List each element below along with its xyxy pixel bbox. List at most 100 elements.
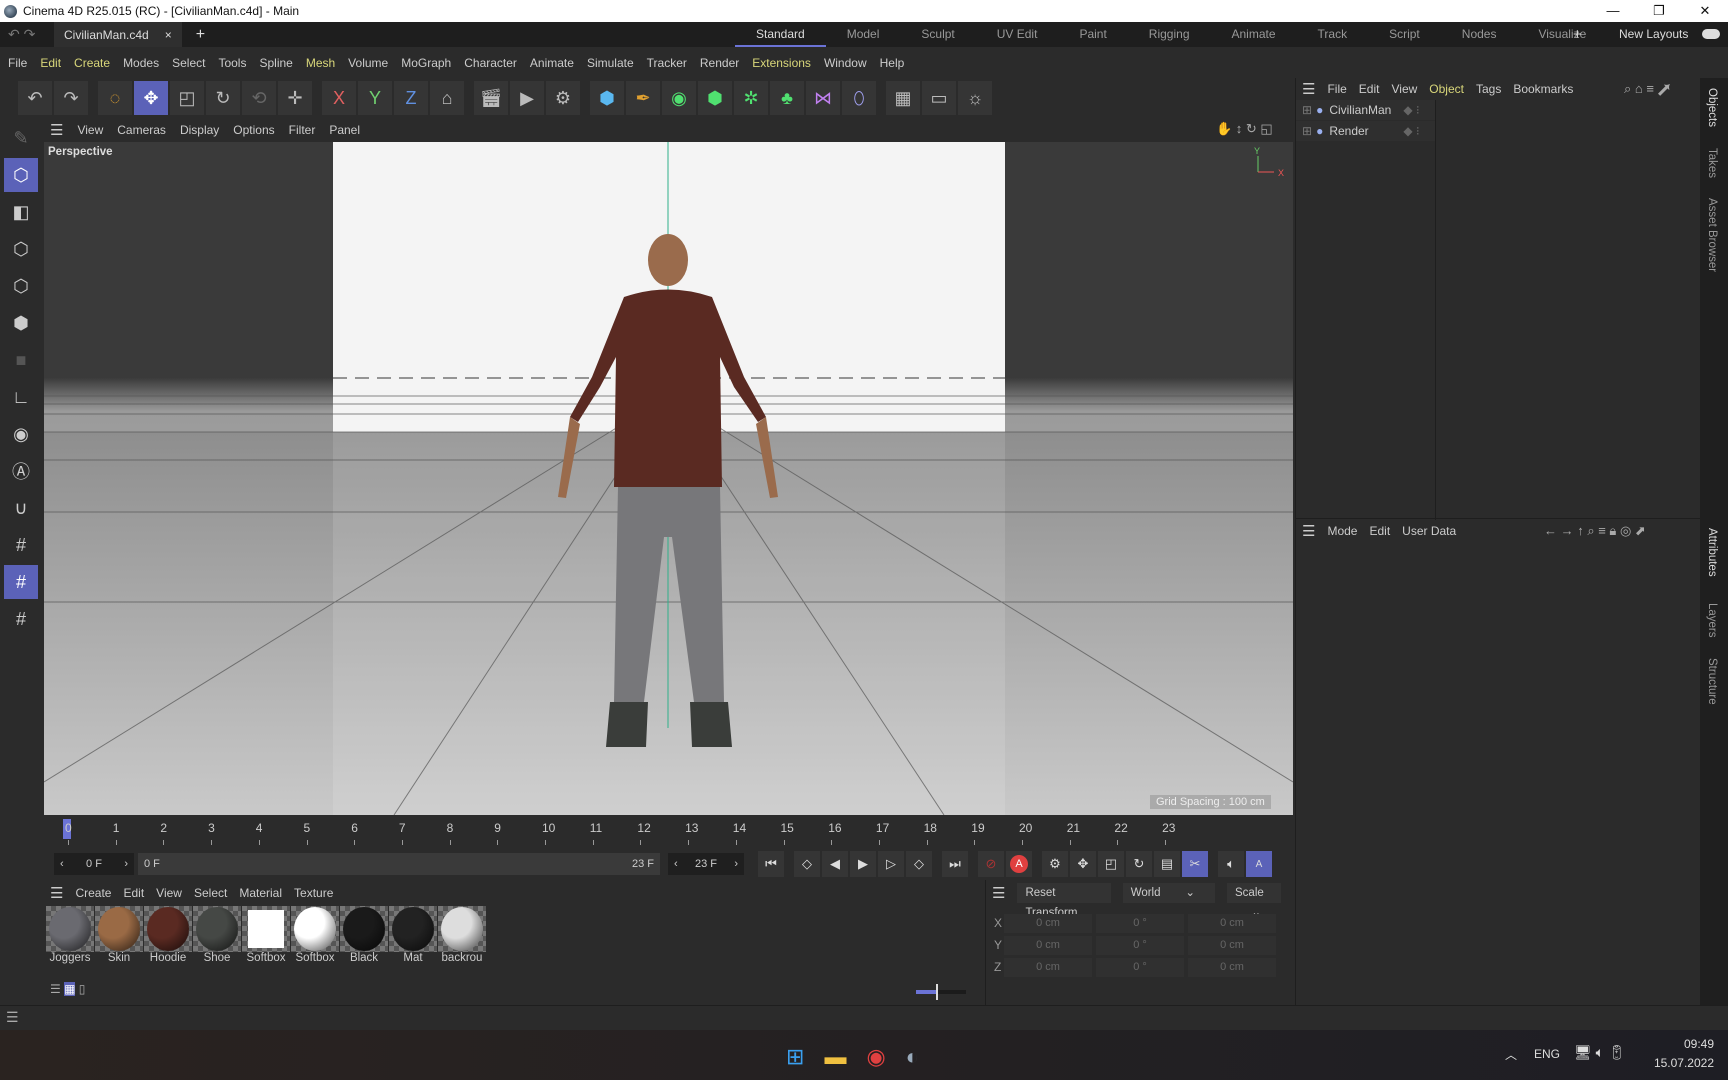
maximize-button[interactable]: ❐ [1636, 0, 1682, 22]
menu-mesh[interactable]: Mesh [306, 56, 335, 70]
3d-viewport[interactable]: Y X Perspective Grid Spacing : 100 cm [44, 142, 1293, 815]
uv-mode-icon[interactable]: ■ [4, 343, 38, 377]
layout-tab-visualize[interactable]: Visualize [1517, 22, 1607, 47]
layout-tab-rigging[interactable]: Rigging [1128, 22, 1211, 47]
menu-modes[interactable]: Modes [123, 56, 159, 70]
menu-mograph[interactable]: MoGraph [401, 56, 451, 70]
side-tab-takes[interactable]: Takes [1706, 148, 1718, 178]
menu-window[interactable]: Window [824, 56, 867, 70]
position-field[interactable]: 0 cm [1004, 957, 1092, 977]
material-menu-icon[interactable]: ☰ [50, 884, 63, 902]
size-field[interactable]: 0 cm [1188, 957, 1276, 977]
material-swatch[interactable]: Shoe [193, 906, 241, 964]
material-swatch[interactable]: Skin [95, 906, 143, 964]
render-picture-viewer-icon[interactable]: ▶ [510, 81, 544, 115]
layout-tab-paint[interactable]: Paint [1058, 22, 1127, 47]
undo-history-icon[interactable]: ↶ ↷ [8, 26, 35, 43]
workplane-icon[interactable]: # [4, 565, 38, 599]
texture-mode-icon[interactable]: ◧ [4, 195, 38, 229]
menu-render[interactable]: Render [700, 56, 739, 70]
menu-character[interactable]: Character [464, 56, 517, 70]
position-key-icon[interactable]: ✥ [1070, 851, 1096, 877]
object-menu-icon[interactable]: ☰ [1302, 80, 1315, 98]
attribute-menu-mode[interactable]: Mode [1327, 524, 1357, 538]
attribute-menu-edit[interactable]: Edit [1369, 524, 1390, 538]
minimize-button[interactable]: — [1590, 0, 1636, 22]
object-row[interactable]: ⊞ ● CivilianMan ◆ ⁝ [1296, 100, 1435, 120]
material-menu-view[interactable]: View [156, 886, 182, 900]
light-icon[interactable]: ☼ [958, 81, 992, 115]
scale-key-icon[interactable]: ◰ [1098, 851, 1124, 877]
coordinate-space-select[interactable]: World ⌄ [1122, 883, 1215, 903]
show-hidden-icons[interactable]: ︿ [1505, 1046, 1517, 1063]
viewport-menu-filter[interactable]: Filter [289, 123, 316, 137]
go-to-start-button[interactable]: ⏮ [758, 851, 784, 877]
viewport-menu-display[interactable]: Display [180, 123, 219, 137]
material-swatch[interactable]: backrou [438, 906, 486, 964]
cloner-icon[interactable]: ✲ [734, 81, 768, 115]
locked-workplane-icon[interactable]: # [4, 602, 38, 636]
new-layouts-toggle[interactable] [1702, 29, 1720, 39]
expand-icon[interactable]: ⊞ [1302, 124, 1312, 138]
size-mode-select[interactable]: Scale ⌄ [1227, 883, 1281, 919]
make-editable-icon[interactable]: ✎ [4, 121, 38, 155]
autokey-button[interactable]: A [1006, 851, 1032, 877]
document-tab[interactable]: CivilianMan.c4d × [54, 22, 182, 47]
camera-icon[interactable]: ▭ [922, 81, 956, 115]
snap-magnet-icon[interactable]: ∪ [4, 491, 38, 525]
material-menu-create[interactable]: Create [75, 886, 111, 900]
side-tab-layers[interactable]: Layers [1706, 603, 1718, 638]
timeline-ruler[interactable]: 0 1 2 3 4 5 6 7 8 9 10 11 12 13 14 15 16 17 18 19 20 21 22 23 [44, 815, 1293, 850]
polygons-mode-icon[interactable]: ⬢ [4, 306, 38, 340]
next-frame-button[interactable]: ▷ [878, 851, 904, 877]
clock-date[interactable]: 15.07.2022 [1650, 1056, 1714, 1070]
menu-create[interactable]: Create [74, 56, 110, 70]
chrome-icon[interactable]: ◉ [866, 1044, 885, 1070]
go-to-end-button[interactable]: ⏭ [942, 851, 968, 877]
menu-file[interactable]: File [8, 56, 27, 70]
system-tray-icons[interactable]: 🖥︎ 🔈︎ 🔋︎ [1574, 1044, 1626, 1061]
viewport-menu-options[interactable]: Options [233, 123, 274, 137]
rotate-tool-icon[interactable]: ↻ [206, 81, 240, 115]
material-swatch[interactable]: Joggers [46, 906, 94, 964]
side-tab-structure[interactable]: Structure [1706, 658, 1718, 705]
position-field[interactable]: 0 cm [1004, 913, 1092, 933]
x-axis-lock-button[interactable]: X [322, 81, 356, 115]
live-selection-icon[interactable]: ◌ [98, 81, 132, 115]
attribute-menu-icon[interactable]: ☰ [1302, 522, 1315, 540]
recent-tool-icon[interactable]: ⟲ [242, 81, 276, 115]
y-axis-lock-button[interactable]: Y [358, 81, 392, 115]
menu-animate[interactable]: Animate [530, 56, 574, 70]
model-mode-icon[interactable]: ⬡ [4, 158, 38, 192]
deformer-icon[interactable]: ⋈ [806, 81, 840, 115]
frame-range-slider[interactable]: 0 F 23 F [138, 853, 660, 875]
side-tab-asset-browser[interactable]: Asset Browser [1706, 198, 1718, 272]
file-explorer-icon[interactable]: ▬ [824, 1044, 846, 1070]
field-icon[interactable]: ⬯ [842, 81, 876, 115]
close-button[interactable]: ✕ [1682, 0, 1728, 22]
swatch-size-slider[interactable] [916, 984, 966, 1000]
material-swatch[interactable]: Softbox [291, 906, 339, 964]
record-keys-button[interactable]: ⊘ [978, 851, 1004, 877]
rotation-field[interactable]: 0 ° [1096, 935, 1184, 955]
previous-key-button[interactable]: ◇ [794, 851, 820, 877]
status-menu-icon[interactable]: ☰ [6, 1009, 19, 1026]
sound-icon[interactable]: 🔈︎ [1218, 851, 1244, 877]
attribute-navigation-icons[interactable]: ← → ↑ ⌕ ≡ 🔒︎ ◎ ⬈ [1544, 523, 1646, 539]
point-level-animation-icon[interactable]: ✂ [1182, 851, 1208, 877]
play-button[interactable]: ▶ [850, 851, 876, 877]
scale-tool-icon[interactable]: ◰ [170, 81, 204, 115]
menu-extensions[interactable]: Extensions [752, 56, 811, 70]
size-field[interactable]: 0 cm [1188, 913, 1276, 933]
material-menu-material[interactable]: Material [239, 886, 282, 900]
add-tab-button[interactable]: + [196, 26, 205, 44]
auto-icon[interactable]: Ⓐ [4, 454, 38, 488]
side-tab-attributes[interactable]: Attributes [1706, 528, 1718, 577]
transform-tool-icon[interactable]: ✛ [278, 81, 312, 115]
object-menu-view[interactable]: View [1391, 82, 1417, 96]
material-menu-texture[interactable]: Texture [294, 886, 333, 900]
layout-tab-model[interactable]: Model [826, 22, 901, 47]
rotation-field[interactable]: 0 ° [1096, 913, 1184, 933]
material-menu-select[interactable]: Select [194, 886, 227, 900]
floor-grid-icon[interactable]: ▦ [886, 81, 920, 115]
